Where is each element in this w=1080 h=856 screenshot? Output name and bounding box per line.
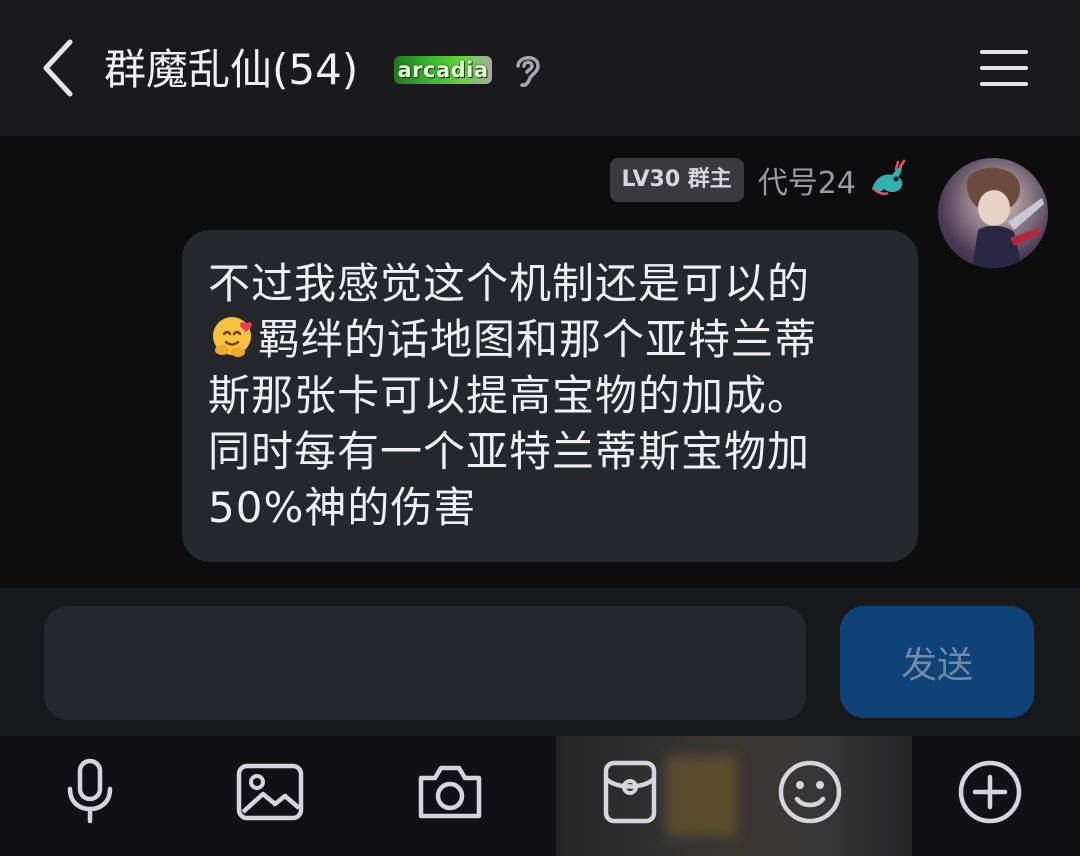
- dragon-icon: [872, 159, 906, 196]
- message-line-text: 羁绊的话地图和那个亚特兰蒂: [258, 315, 818, 364]
- message-line-with-emoji: 羁绊的话地图和那个亚特兰蒂: [208, 312, 892, 368]
- back-button[interactable]: [28, 36, 88, 100]
- arcadia-badge[interactable]: arcadia: [394, 56, 492, 84]
- camera-button[interactable]: [410, 752, 490, 832]
- sender-name[interactable]: 代号24: [758, 158, 856, 202]
- message-input[interactable]: [44, 606, 806, 720]
- input-bar: 发送: [0, 588, 1080, 736]
- emoji-button[interactable]: [770, 752, 850, 832]
- toolbar: [0, 736, 1080, 856]
- menu-line: [980, 66, 1028, 70]
- chat-header: 群魔乱仙(54) arcadia: [0, 0, 1080, 136]
- hamburger-menu-icon: [980, 50, 1028, 54]
- sender-meta: LV30 群主 代号24: [609, 158, 908, 202]
- avatar[interactable]: [938, 158, 1048, 268]
- message-line: 不过我感觉这个机制还是可以的: [208, 259, 811, 308]
- hugging-face-emoji-icon: [213, 317, 252, 357]
- chat-area[interactable]: LV30 群主 代号24 不过我感觉这个机制还是可以的 羁绊的话地图和那个亚特兰…: [0, 136, 1080, 588]
- microphone-icon: [67, 758, 113, 824]
- group-name: 群魔乱仙: [104, 45, 273, 94]
- camera-icon: [418, 765, 482, 819]
- chevron-left-icon: [43, 39, 73, 97]
- ear-icon[interactable]: [510, 50, 546, 90]
- message-line: 斯那张卡可以提高宝物的加成。: [208, 371, 811, 420]
- image-button[interactable]: [230, 752, 310, 832]
- message-line: 同时每有一个亚特兰蒂斯宝物加: [208, 427, 811, 476]
- emoji-icon: [778, 760, 842, 824]
- page-title[interactable]: 群魔乱仙(54): [104, 42, 358, 98]
- member-count: (54): [272, 45, 359, 94]
- more-button[interactable]: [950, 752, 1030, 832]
- send-button[interactable]: 发送: [840, 606, 1034, 718]
- message-bubble[interactable]: 不过我感觉这个机制还是可以的 羁绊的话地图和那个亚特兰蒂 斯那张卡可以提高宝物的…: [182, 230, 918, 562]
- plus-icon: [958, 760, 1022, 824]
- image-icon: [236, 763, 304, 821]
- menu-line: [980, 82, 1028, 86]
- level-badge: LV30 群主: [609, 158, 744, 202]
- message-line: 50%神的伤害: [208, 483, 477, 532]
- red-packet-icon: [603, 760, 657, 824]
- menu-button[interactable]: [974, 44, 1034, 92]
- voice-button[interactable]: [50, 752, 130, 832]
- red-packet-button[interactable]: [590, 752, 670, 832]
